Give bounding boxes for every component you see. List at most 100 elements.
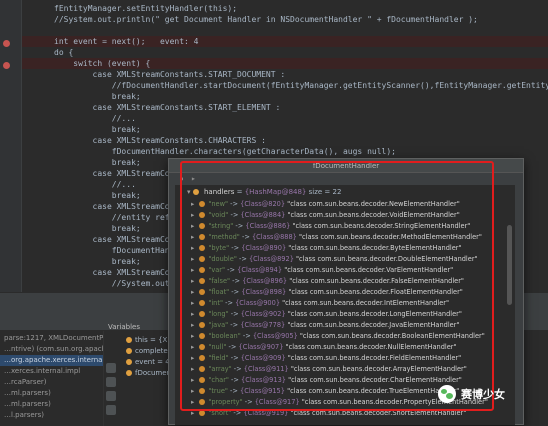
map-entry-row[interactable]: ▸ "float" -> {Class@898} "class com.sun.b…	[191, 287, 463, 298]
field-icon	[126, 348, 132, 354]
code-line[interactable]: case XMLStreamConstants.CHARACTERS :	[22, 135, 548, 146]
expand-arrow-icon[interactable]: ▸	[191, 310, 194, 318]
code-line[interactable]	[22, 25, 548, 36]
entry-ref: {Class@890}	[241, 244, 287, 252]
entry-key: "byte"	[208, 244, 230, 252]
expand-arrow-icon[interactable]: ▸	[191, 365, 194, 373]
entry-key: "true"	[208, 387, 228, 395]
expand-arrow-icon[interactable]: ▸	[191, 244, 194, 252]
map-entry-row[interactable]: ▸ "long" -> {Class@902} "class com.sun.be…	[191, 309, 462, 320]
code-line[interactable]: int event = next(); event: 4	[22, 36, 548, 47]
entry-ref: {Class@894}	[237, 266, 283, 274]
entry-ref: {Class@905}	[252, 332, 298, 340]
code-line[interactable]: case XMLStreamConstants.START_ELEMENT :	[22, 102, 548, 113]
code-line[interactable]: //fDocumentHandler.startDocument(fEntity…	[22, 80, 548, 91]
map-entry-row[interactable]: ▸ "new" -> {Class@820} "class com.sun.bea…	[191, 199, 460, 210]
frame-row[interactable]: …ntrive) (com.sun.org.apache.xerces	[0, 344, 103, 355]
map-entry-row[interactable]: ▸ "boolean" -> {Class@905} "class com.sun…	[191, 331, 485, 342]
expand-arrow-icon[interactable]: ▸	[191, 354, 194, 362]
entry-value: "class com.sun.beans.decoder.StringEleme…	[292, 222, 471, 230]
entry-icon	[199, 355, 206, 361]
map-entry-row[interactable]: ▸ "array" -> {Class@911} "class com.sun.b…	[191, 364, 467, 375]
navigate-back-icon[interactable]: ◂	[179, 174, 184, 183]
add-watch-button[interactable]	[106, 363, 116, 373]
expand-arrow-icon[interactable]: ▸	[191, 398, 194, 406]
frame-row[interactable]: …org.apache.xerces.internal.impl)	[0, 355, 103, 366]
tree-root-node[interactable]: ▾ handlers = {HashMap@848} size = 22	[187, 187, 341, 198]
collapse-arrow-icon[interactable]: ▾	[187, 188, 193, 196]
root-name: handlers	[203, 188, 235, 196]
frame-row[interactable]: …xerces.internal.impl	[0, 366, 103, 377]
code-line[interactable]: //System.out.println(" get Document Hand…	[22, 14, 548, 25]
code-line[interactable]: fDocumentHandler.characters(getCharacter…	[22, 146, 548, 157]
entry-value: "class com.sun.beans.decoder.LongElement…	[287, 310, 462, 318]
entry-key: "string"	[208, 222, 234, 230]
entry-ref: {Class@919}	[243, 409, 289, 417]
navigate-forward-icon[interactable]: ▸	[191, 174, 196, 183]
expand-arrow-icon[interactable]: ▸	[191, 376, 194, 384]
entry-ref: {Class@888}	[251, 233, 297, 241]
editor-gutter[interactable]	[0, 0, 22, 292]
remove-watch-button[interactable]	[106, 377, 116, 387]
frame-row[interactable]: …l.parsers)	[0, 410, 103, 421]
map-entry-row[interactable]: ▸ "void" -> {Class@884} "class com.sun.be…	[191, 210, 460, 221]
popup-toolbar: ◂ ▸	[169, 173, 523, 183]
entry-value: "class com.sun.beans.decoder.FalseElemen…	[289, 277, 464, 285]
map-entry-row[interactable]: ▸ "var" -> {Class@894} "class com.sun.bea…	[191, 265, 453, 276]
view-watch-button[interactable]	[106, 405, 116, 415]
map-entry-row[interactable]: ▸ "null" -> {Class@907} "class com.sun.be…	[191, 342, 457, 353]
entry-key: "double"	[208, 255, 237, 263]
code-line[interactable]: //...	[22, 113, 548, 124]
frames-list[interactable]: parse:1217, XMLDocumentParser…ntrive) (c…	[0, 331, 104, 426]
entry-icon	[199, 344, 206, 350]
frame-row[interactable]: …ml.parsers)	[0, 399, 103, 410]
map-entry-row[interactable]: ▸ "char" -> {Class@913} "class com.sun.be…	[191, 375, 462, 386]
expand-arrow-icon[interactable]: ▸	[191, 332, 194, 340]
expand-arrow-icon[interactable]: ▸	[191, 299, 194, 307]
frame-row[interactable]: parse:1217, XMLDocumentParser	[0, 333, 103, 344]
code-line[interactable]: do {	[22, 47, 548, 58]
map-entry-row[interactable]: ▸ "byte" -> {Class@890} "class com.sun.be…	[191, 243, 462, 254]
expand-arrow-icon[interactable]: ▸	[191, 321, 194, 329]
map-entry-row[interactable]: ▸ "double" -> {Class@892} "class com.sun.…	[191, 254, 478, 265]
variables-title: Variables	[108, 323, 140, 331]
code-line[interactable]: fEntityManager.setEntityHandler(this);	[22, 3, 548, 14]
map-entry-row[interactable]: ▸ "field" -> {Class@909} "class com.sun.b…	[191, 353, 461, 364]
map-entry-row[interactable]: ▸ "java" -> {Class@778} "class com.sun.be…	[191, 320, 459, 331]
frame-row[interactable]: …rcaParser)	[0, 377, 103, 388]
map-entry-row[interactable]: ▸ "int" -> {Class@900} "class com.sun.bea…	[191, 298, 449, 309]
frame-row[interactable]: …ml.parsers)	[0, 388, 103, 399]
expand-arrow-icon[interactable]: ▸	[191, 255, 194, 263]
map-entry-row[interactable]: ▸ "short" -> {Class@919} "class com.sun.b…	[191, 408, 466, 419]
expand-arrow-icon[interactable]: ▸	[191, 233, 194, 241]
breakpoint-icon[interactable]	[3, 40, 10, 47]
entry-ref: {Class@886}	[245, 222, 291, 230]
entry-arrow: ->	[228, 321, 241, 329]
expand-arrow-icon[interactable]: ▸	[191, 200, 194, 208]
code-line[interactable]: switch (event) {	[22, 58, 548, 69]
code-line[interactable]: break;	[22, 91, 548, 102]
move-watch-button[interactable]	[106, 391, 116, 401]
map-entry-row[interactable]: ▸ "string" -> {Class@886} "class com.sun.…	[191, 221, 470, 232]
expand-arrow-icon[interactable]: ▸	[191, 343, 194, 351]
expand-arrow-icon[interactable]: ▸	[191, 387, 194, 395]
map-entry-row[interactable]: ▸ "false" -> {Class@896} "class com.sun.b…	[191, 276, 464, 287]
expand-arrow-icon[interactable]: ▸	[191, 222, 194, 230]
expand-arrow-icon[interactable]: ▸	[191, 409, 194, 417]
entry-key: "false"	[208, 277, 231, 285]
entry-icon	[199, 333, 206, 339]
expand-arrow-icon[interactable]: ▸	[191, 277, 194, 285]
code-line[interactable]: case XMLStreamConstants.START_DOCUMENT :	[22, 69, 548, 80]
map-entry-row[interactable]: ▸ "true" -> {Class@915} "class com.sun.be…	[191, 386, 459, 397]
breakpoint-icon[interactable]	[3, 62, 10, 69]
popup-scrollbar[interactable]	[507, 225, 512, 305]
expand-arrow-icon[interactable]: ▸	[191, 266, 194, 274]
variable-row[interactable]: event = 4	[126, 357, 170, 368]
entry-icon	[199, 366, 206, 372]
entry-ref: {Class@892}	[248, 255, 294, 263]
code-line[interactable]: break;	[22, 124, 548, 135]
expand-arrow-icon[interactable]: ▸	[191, 211, 194, 219]
map-entry-row[interactable]: ▸ "method" -> {Class@888} "class com.sun.…	[191, 232, 482, 243]
entry-icon	[199, 388, 206, 394]
expand-arrow-icon[interactable]: ▸	[191, 288, 194, 296]
